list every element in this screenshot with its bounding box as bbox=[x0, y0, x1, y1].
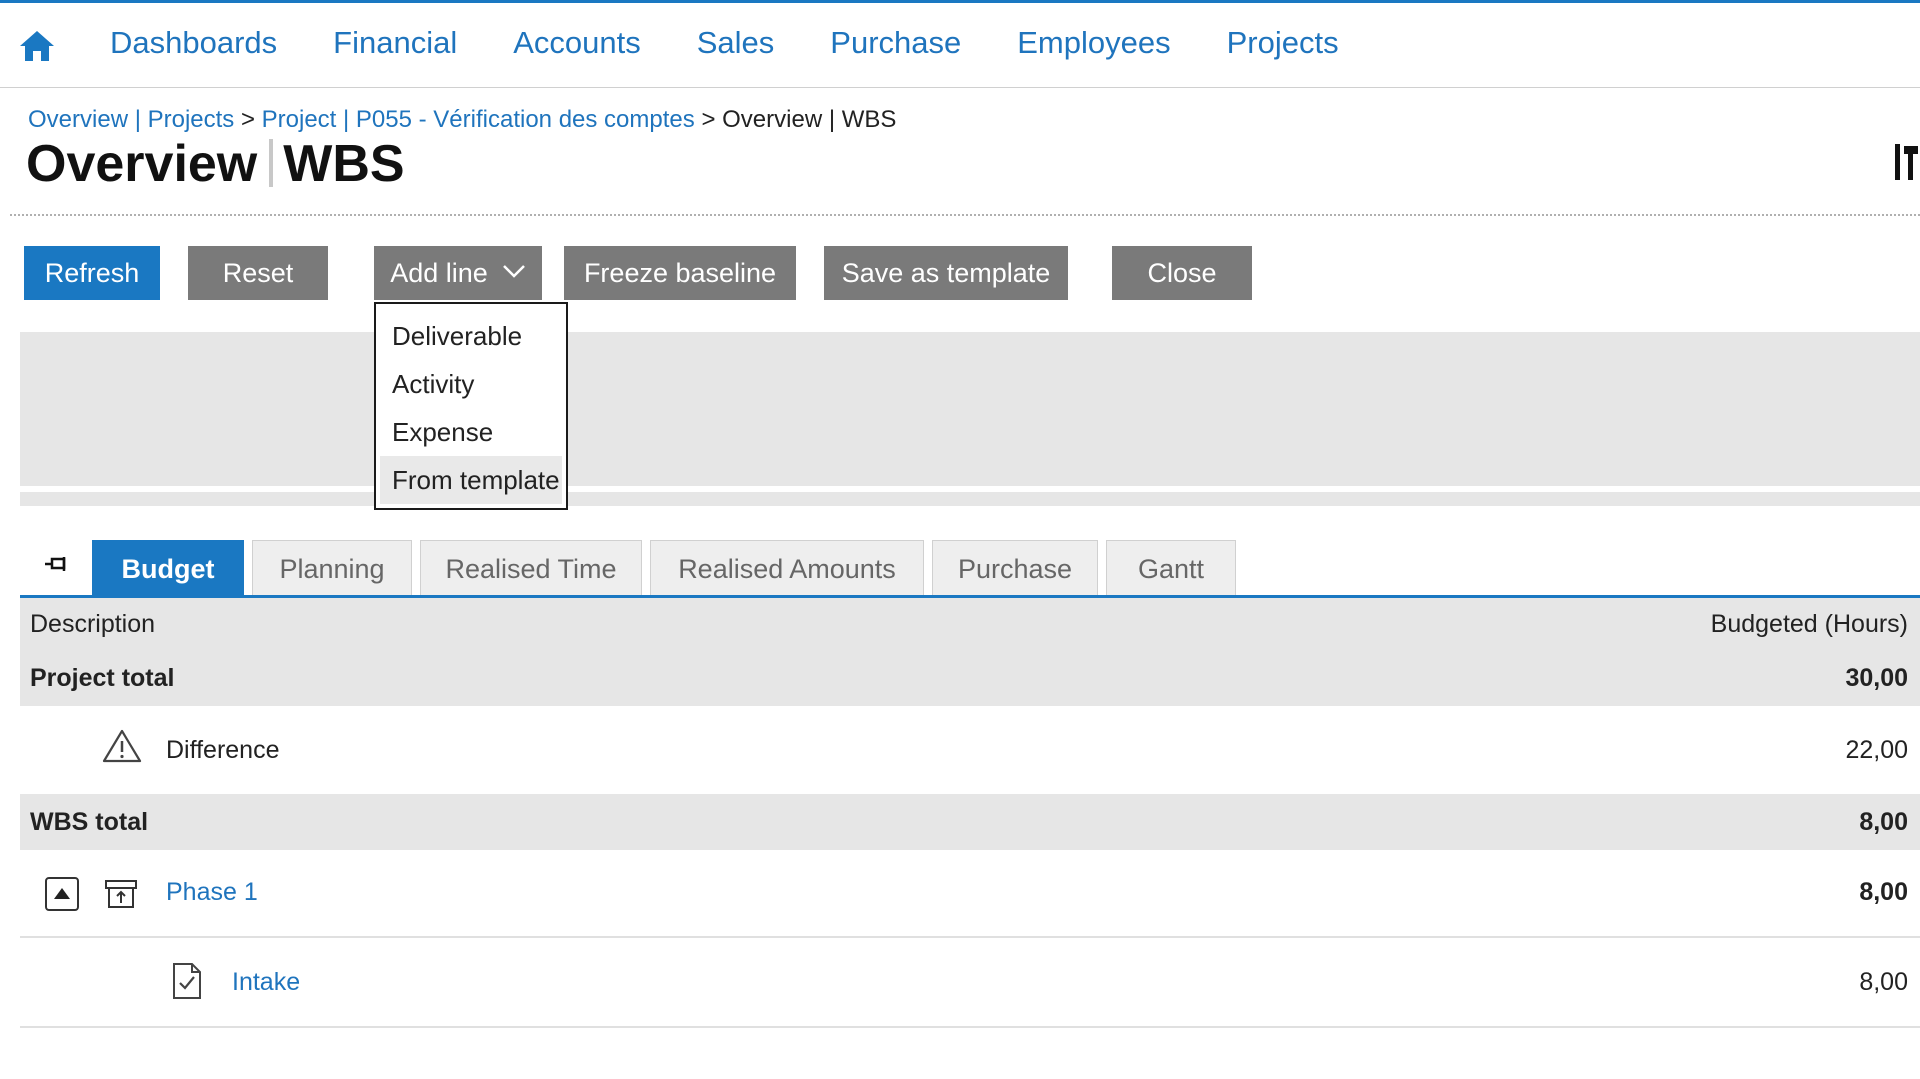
collapse-up-icon[interactable] bbox=[44, 876, 80, 912]
wbs-budget-grid: Description Budgeted (Hours) Project tot… bbox=[20, 598, 1920, 1028]
column-header-description[interactable]: Description bbox=[30, 610, 155, 639]
wbs-total-value: 8,00 bbox=[1859, 808, 1908, 836]
page-title: Overview WBS bbox=[26, 134, 405, 194]
phase-link[interactable]: Phase 1 bbox=[166, 878, 258, 907]
difference-row: Difference 22,00 bbox=[20, 706, 1920, 794]
panel-splitter[interactable] bbox=[20, 492, 1920, 506]
tab-realised-amounts[interactable]: Realised Amounts bbox=[650, 540, 924, 596]
nav-projects[interactable]: Projects bbox=[1227, 25, 1339, 61]
tools-icon[interactable] bbox=[1892, 142, 1920, 182]
column-header-budgeted-hours[interactable]: Budgeted (Hours) bbox=[1711, 610, 1908, 639]
title-divider-rule bbox=[10, 214, 1920, 216]
save-as-template-button[interactable]: Save as template bbox=[824, 246, 1068, 300]
nav-purchase[interactable]: Purchase bbox=[830, 25, 961, 61]
nav-sales[interactable]: Sales bbox=[697, 25, 775, 61]
grid-header-row: Description Budgeted (Hours) bbox=[20, 598, 1920, 650]
close-button[interactable]: Close bbox=[1112, 246, 1252, 300]
project-total-row: Project total 30,00 bbox=[20, 650, 1920, 706]
freeze-baseline-button[interactable]: Freeze baseline bbox=[564, 246, 796, 300]
deliverable-box-icon bbox=[105, 880, 137, 908]
task-value: 8,00 bbox=[1859, 968, 1908, 996]
tab-purchase[interactable]: Purchase bbox=[932, 540, 1098, 596]
phase-value: 8,00 bbox=[1859, 878, 1908, 906]
wbs-total-label: WBS total bbox=[30, 808, 149, 836]
nav-dashboards[interactable]: Dashboards bbox=[110, 25, 277, 61]
breadcrumb-project-p055[interactable]: Project | P055 - Vérification des compte… bbox=[262, 106, 695, 133]
main-nav: Dashboards Financial Accounts Sales Purc… bbox=[110, 25, 1395, 61]
nav-accounts[interactable]: Accounts bbox=[513, 25, 641, 61]
home-icon[interactable] bbox=[18, 29, 56, 63]
difference-label: Difference bbox=[166, 736, 280, 764]
tab-gantt[interactable]: Gantt bbox=[1106, 540, 1236, 596]
table-row: Intake 8,00 bbox=[20, 938, 1920, 1028]
table-row: Phase 1 8,00 bbox=[20, 850, 1920, 938]
activity-document-check-icon bbox=[173, 963, 201, 999]
title-divider bbox=[269, 139, 274, 188]
tab-budget[interactable]: Budget bbox=[92, 540, 244, 596]
top-navigation-bar: Dashboards Financial Accounts Sales Purc… bbox=[0, 0, 1920, 88]
filter-panel bbox=[20, 332, 1920, 486]
project-total-value: 30,00 bbox=[1845, 664, 1908, 692]
refresh-button[interactable]: Refresh bbox=[24, 246, 160, 300]
nav-financial[interactable]: Financial bbox=[333, 25, 457, 61]
nav-employees[interactable]: Employees bbox=[1017, 25, 1170, 61]
task-link[interactable]: Intake bbox=[232, 968, 300, 997]
breadcrumb-current: Overview | WBS bbox=[722, 106, 897, 133]
pin-icon[interactable] bbox=[44, 554, 70, 576]
warning-icon bbox=[102, 729, 142, 763]
menu-item-expense[interactable]: Expense bbox=[380, 408, 562, 456]
page-title-subsection: WBS bbox=[283, 135, 405, 193]
menu-item-activity[interactable]: Activity bbox=[380, 360, 562, 408]
tab-realised-time[interactable]: Realised Time bbox=[420, 540, 642, 596]
add-line-button[interactable]: Add line bbox=[374, 246, 542, 300]
breadcrumb-separator: > bbox=[701, 106, 716, 133]
breadcrumb-overview-projects[interactable]: Overview | Projects bbox=[28, 106, 234, 133]
wbs-total-row: WBS total 8,00 bbox=[20, 794, 1920, 850]
project-total-label: Project total bbox=[30, 664, 175, 692]
add-line-label: Add line bbox=[390, 258, 488, 288]
add-line-dropdown: Deliverable Activity Expense From templa… bbox=[374, 302, 568, 510]
reset-button[interactable]: Reset bbox=[188, 246, 328, 300]
menu-item-from-template[interactable]: From template bbox=[380, 456, 562, 504]
breadcrumb: Overview | Projects > Project | P055 - V… bbox=[28, 106, 896, 134]
difference-value: 22,00 bbox=[1845, 736, 1908, 764]
tab-planning[interactable]: Planning bbox=[252, 540, 412, 596]
page-title-section: Overview bbox=[26, 135, 258, 193]
breadcrumb-separator: > bbox=[240, 106, 255, 133]
chevron-down-icon bbox=[502, 264, 525, 278]
tab-bar: Budget Planning Realised Time Realised A… bbox=[92, 540, 1244, 596]
menu-item-deliverable[interactable]: Deliverable bbox=[380, 312, 562, 360]
